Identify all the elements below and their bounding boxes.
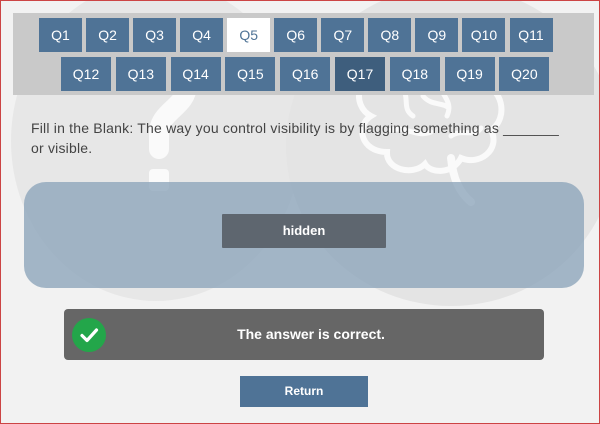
question-button-q14[interactable]: Q14	[170, 57, 221, 91]
question-button-q19[interactable]: Q19	[444, 57, 495, 91]
question-button-q18[interactable]: Q18	[389, 57, 440, 91]
feedback-text: The answer is correct.	[237, 326, 385, 342]
question-button-q20[interactable]: Q20	[499, 57, 550, 91]
answer-drop-area[interactable]: hidden	[24, 182, 584, 288]
quiz-frame: Q1 Q2 Q3 Q4 Q5 Q6 Q7 Q8 Q9 Q10 Q11 Q12 Q13 Q14 Q15 Q16 Q…	[0, 0, 600, 424]
question-button-q1[interactable]: Q1	[39, 18, 82, 52]
question-button-q16[interactable]: Q16	[280, 57, 331, 91]
question-button-q17[interactable]: Q17	[335, 57, 385, 91]
question-button-q6[interactable]: Q6	[274, 18, 318, 52]
question-text: Fill in the Blank: The way you control v…	[31, 120, 560, 156]
feedback-banner: The answer is correct.	[64, 309, 544, 360]
return-button[interactable]: Return	[240, 376, 368, 407]
question-button-q10[interactable]: Q10	[462, 18, 506, 52]
question-button-q5[interactable]: Q5	[227, 18, 271, 52]
answer-chip[interactable]: hidden	[222, 214, 386, 248]
question-button-q4[interactable]: Q4	[180, 18, 224, 52]
question-button-q7[interactable]: Q7	[321, 18, 365, 52]
question-button-q11[interactable]: Q11	[509, 18, 553, 52]
question-button-q13[interactable]: Q13	[115, 57, 166, 91]
question-button-q3[interactable]: Q3	[133, 18, 177, 52]
question-button-q12[interactable]: Q12	[61, 57, 111, 91]
question-nav: Q1 Q2 Q3 Q4 Q5 Q6 Q7 Q8 Q9 Q10 Q11 Q12 Q13 Q14 Q15 Q16 Q…	[13, 13, 594, 95]
question-button-q15[interactable]: Q15	[225, 57, 276, 91]
question-button-q2[interactable]: Q2	[86, 18, 130, 52]
question-button-q9[interactable]: Q9	[415, 18, 459, 52]
question-button-q8[interactable]: Q8	[368, 18, 412, 52]
